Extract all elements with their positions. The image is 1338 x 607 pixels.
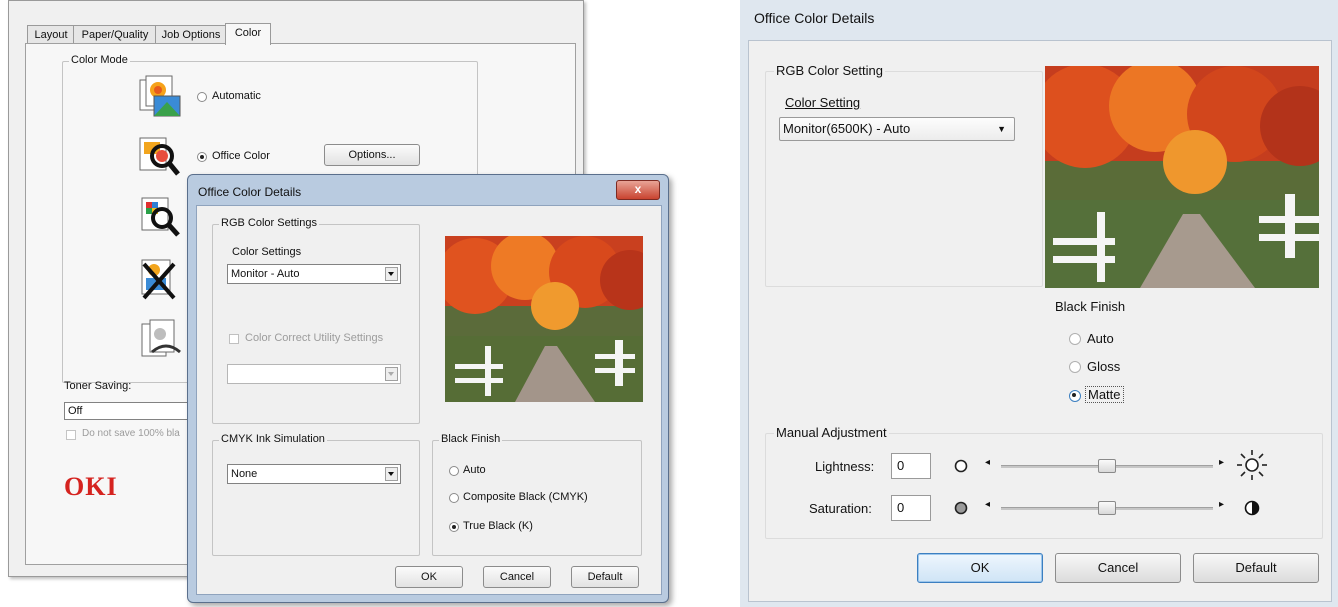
close-icon[interactable]: x: [616, 180, 660, 200]
do-not-save-label: Do not save 100% bla: [82, 428, 180, 439]
black-finish-true-black-radio[interactable]: [449, 522, 459, 532]
chevron-down-icon: [385, 467, 398, 481]
right-black-finish-auto-radio[interactable]: [1069, 333, 1081, 345]
office-color-label: Office Color: [212, 150, 270, 162]
right-default-button[interactable]: Default: [1193, 553, 1319, 583]
graphic-pro-mode-icon: [141, 197, 180, 237]
ok-button[interactable]: OK: [395, 566, 463, 588]
black-finish-composite-label: Composite Black (CMYK): [463, 491, 588, 503]
black-finish-auto-label: Auto: [463, 464, 486, 476]
right-preview-image: [1045, 66, 1319, 288]
color-correct-checkbox[interactable]: [229, 334, 239, 344]
right-ok-button[interactable]: OK: [917, 553, 1043, 583]
right-dialog-title: Office Color Details: [754, 10, 875, 26]
black-finish-label: Black Finish: [439, 433, 503, 445]
saturation-left-arrow-icon[interactable]: ◂: [985, 499, 990, 510]
office-color-radio[interactable]: [197, 152, 207, 162]
color-setting-label: Color Setting: [785, 95, 861, 110]
cmyk-ink-simulation-group: CMYK Ink Simulation: [212, 433, 420, 556]
black-finish-true-black-label: True Black (K): [463, 520, 533, 532]
tab-paper-quality[interactable]: Paper/Quality: [73, 25, 157, 44]
cmyk-select[interactable]: None: [227, 464, 401, 484]
grayscale-mode-icon: [141, 319, 181, 357]
cancel-button[interactable]: Cancel: [483, 566, 551, 588]
color-correct-select[interactable]: [227, 364, 401, 384]
chevron-down-icon: [385, 267, 398, 281]
saturation-slider-thumb[interactable]: [1098, 501, 1116, 515]
lightness-label: Lightness:: [815, 459, 875, 474]
automatic-radio[interactable]: [197, 92, 207, 102]
lightness-right-arrow-icon[interactable]: ▸: [1219, 457, 1224, 468]
office-color-details-dialog-enlarged: Office Color Details RGB Color Setting C…: [740, 0, 1338, 607]
office-color-mode-icon: [139, 137, 180, 176]
saturation-input[interactable]: 0: [891, 495, 931, 521]
saturation-low-icon: [954, 501, 968, 515]
manual-adjustment-label: Manual Adjustment: [774, 425, 889, 440]
default-button[interactable]: Default: [571, 566, 639, 588]
right-black-finish-gloss-label: Gloss: [1087, 359, 1121, 374]
automatic-mode-icon: [139, 75, 181, 117]
color-correct-label: Color Correct Utility Settings: [245, 332, 384, 344]
preview-image: [445, 236, 643, 402]
dialog-client-area: RGB Color Settings Color Settings Monito…: [196, 205, 662, 595]
right-black-finish-matte-label: Matte: [1085, 386, 1124, 403]
office-color-details-dialog: Office Color Details x RGB Color Setting…: [187, 174, 669, 603]
tab-color[interactable]: Color: [225, 23, 271, 45]
lightness-low-icon: [954, 459, 968, 473]
right-dialog-client-area: RGB Color Setting Color Setting Monitor(…: [748, 40, 1332, 602]
cmyk-ink-simulation-label: CMYK Ink Simulation: [219, 433, 327, 445]
rgb-color-setting-label: RGB Color Setting: [774, 63, 885, 78]
saturation-right-arrow-icon[interactable]: ▸: [1219, 499, 1224, 510]
color-settings-value: Monitor - Auto: [231, 268, 300, 280]
cmyk-value: None: [231, 468, 258, 480]
do-not-save-checkbox[interactable]: [66, 430, 76, 440]
automatic-label: Automatic: [212, 90, 261, 102]
sun-icon: [1237, 450, 1267, 480]
tab-job-options[interactable]: Job Options: [155, 25, 227, 44]
saturation-label: Saturation:: [809, 501, 872, 516]
color-mode-label: Color Mode: [69, 54, 130, 66]
no-color-matching-icon: [141, 259, 176, 300]
chevron-down-icon: ▼: [997, 124, 1006, 134]
black-finish-label-right: Black Finish: [1055, 299, 1126, 314]
toner-saving-label: Toner Saving:: [64, 380, 132, 392]
dialog-title: Office Color Details: [198, 185, 302, 199]
black-finish-auto-radio[interactable]: [449, 466, 459, 476]
oki-logo: OKI: [64, 472, 118, 501]
color-setting-select[interactable]: Monitor(6500K) - Auto ▼: [779, 117, 1015, 141]
chevron-down-icon: [385, 367, 398, 381]
black-finish-composite-radio[interactable]: [449, 493, 459, 503]
rgb-color-settings-label: RGB Color Settings: [219, 217, 319, 229]
right-black-finish-matte-radio[interactable]: [1069, 390, 1081, 402]
right-black-finish-gloss-radio[interactable]: [1069, 361, 1081, 373]
right-cancel-button[interactable]: Cancel: [1055, 553, 1181, 583]
right-black-finish-auto-label: Auto: [1087, 331, 1114, 346]
color-settings-label: Color Settings: [232, 246, 302, 258]
lightness-left-arrow-icon[interactable]: ◂: [985, 457, 990, 468]
lightness-input[interactable]: 0: [891, 453, 931, 479]
color-settings-select[interactable]: Monitor - Auto: [227, 264, 401, 284]
toner-saving-select[interactable]: Off: [64, 402, 204, 420]
color-setting-value: Monitor(6500K) - Auto: [783, 121, 911, 136]
options-button[interactable]: Options...: [324, 144, 420, 166]
contrast-icon: [1244, 500, 1260, 516]
tab-layout[interactable]: Layout: [27, 25, 75, 44]
lightness-slider-thumb[interactable]: [1098, 459, 1116, 473]
